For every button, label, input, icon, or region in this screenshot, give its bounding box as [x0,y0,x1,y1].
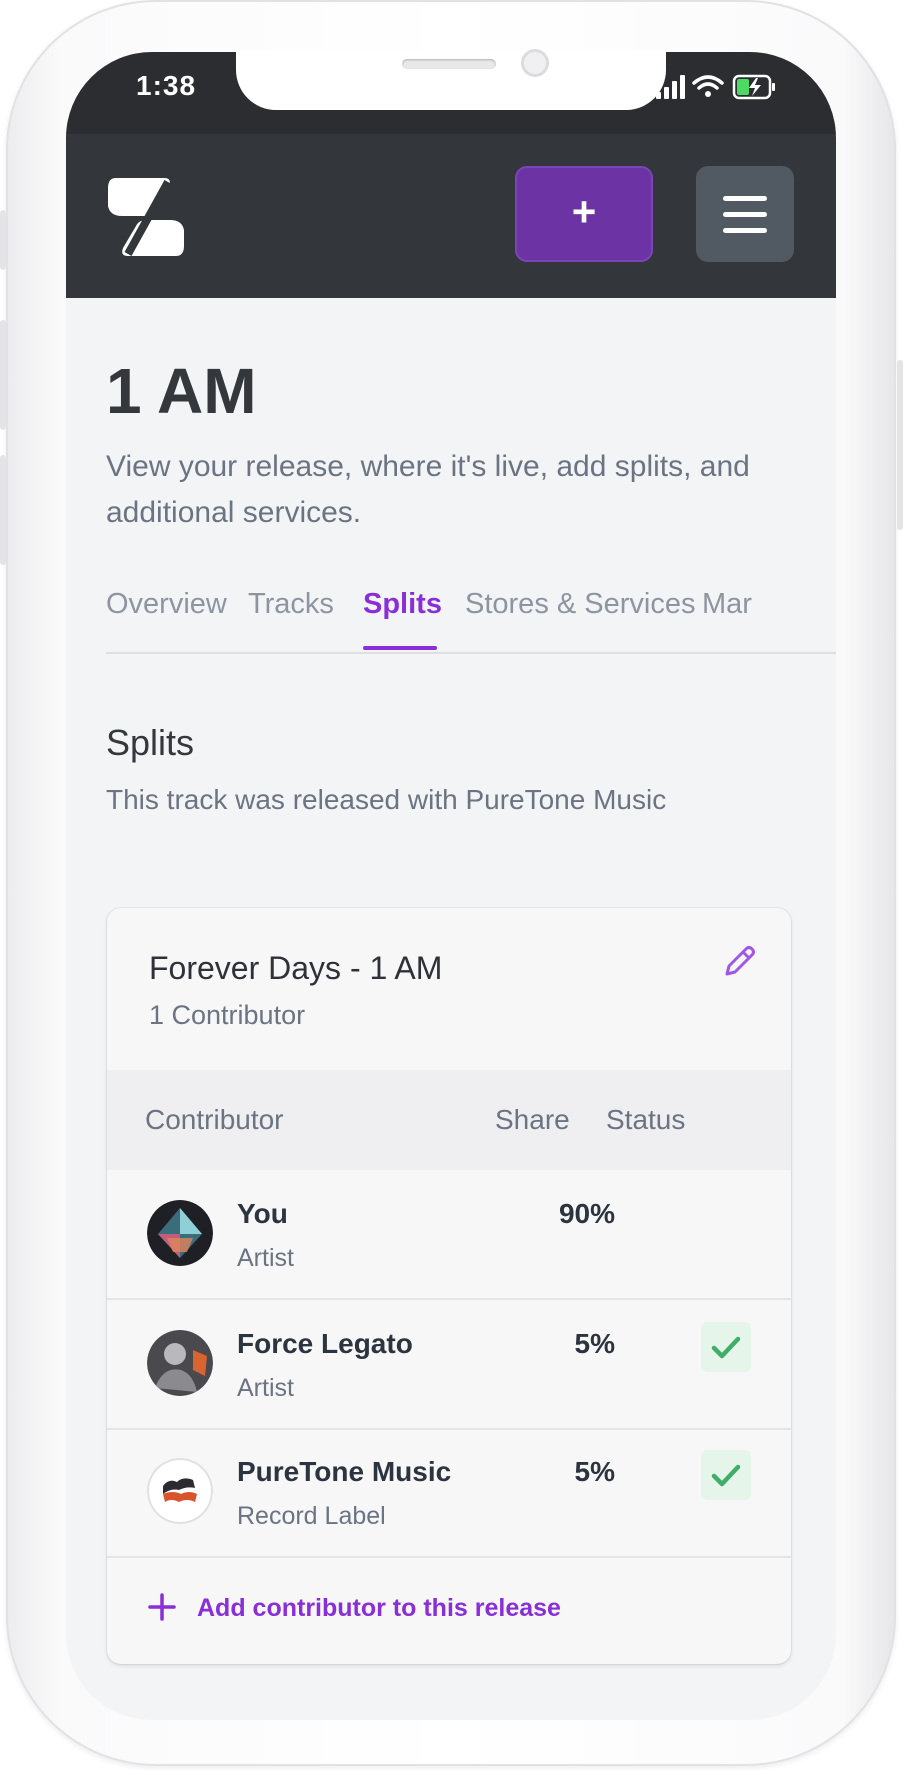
tab-splits[interactable]: Splits [363,588,442,621]
tabs-fade [776,588,836,648]
create-button[interactable]: + [515,166,653,262]
front-camera [521,49,549,77]
tab-tracks[interactable]: Tracks [248,588,334,621]
contributor-name: You [237,1198,288,1229]
hamburger-menu-icon[interactable] [696,166,794,262]
contributor-count: 1 Contributor [149,1000,306,1030]
status-time: 1:38 [136,70,197,101]
pencil-icon[interactable] [721,944,757,980]
plus-icon [148,1593,176,1621]
status-badge [701,1450,751,1500]
side-button [0,455,6,565]
column-share: Share [495,1104,570,1135]
column-status: Status [606,1104,686,1135]
table-row[interactable]: PureTone Music Record Label 5% [107,1428,791,1558]
status-badge [701,1322,751,1372]
table-row[interactable]: You Artist 90% [107,1170,791,1300]
page-description: View your release, where it's live, add … [106,450,750,529]
card-title: Forever Days - 1 AM [149,950,443,986]
tab-marketing[interactable]: Mar [702,588,752,621]
section-subtitle: This track was released with PureTone Mu… [106,784,667,815]
app-header: + [66,134,836,298]
speaker [402,59,496,69]
wifi-icon [692,75,724,97]
phone-screen: 1:38 + 1 AM View your release, where it'… [66,52,836,1720]
status-icons [656,74,775,100]
active-tab-indicator [363,646,437,650]
splits-card: Forever Days - 1 AM 1 Contributor Contri… [107,908,791,1664]
contributor-name: Force Legato [237,1328,413,1359]
battery-icon [732,74,775,100]
add-contributor-label: Add contributor to this release [197,1594,561,1622]
side-button [897,360,903,530]
s-logo-icon[interactable] [106,174,186,260]
avatar [147,1200,213,1266]
checkmark-icon [711,1336,741,1359]
side-button [0,210,6,270]
contributor-name: PureTone Music [237,1456,452,1487]
release-tabs: Overview Tracks Splits Stores & Services… [106,588,836,654]
contributor-role: Record Label [237,1502,386,1530]
side-button [0,320,6,430]
contributor-share: 5% [574,1328,615,1359]
contributor-role: Artist [237,1244,294,1272]
avatar [147,1458,213,1524]
contributor-share: 5% [574,1456,615,1487]
table-row[interactable]: Force Legato Artist 5% [107,1300,791,1430]
column-contributor: Contributor [145,1104,284,1135]
tab-stores-services[interactable]: Stores & Services [465,588,695,621]
contributor-share: 90% [558,1198,615,1229]
page-title: 1 AM [106,355,257,427]
table-header: Contributor Share Status [107,1070,791,1170]
contributor-role: Artist [237,1374,294,1402]
checkmark-icon [711,1464,741,1487]
section-title: Splits [106,722,195,763]
avatar [147,1330,213,1396]
tab-overview[interactable]: Overview [106,588,227,621]
